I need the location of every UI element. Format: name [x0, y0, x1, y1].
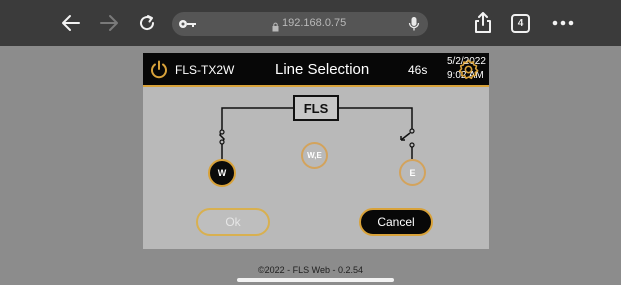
screen: 192.168.0.75 4 FLS-TX2W Line Selection 4…: [0, 0, 621, 285]
browser-toolbar: 192.168.0.75 4: [0, 0, 621, 46]
tabs-button[interactable]: 4: [511, 14, 530, 33]
option-w-button[interactable]: W: [208, 159, 236, 187]
forward-arrow-icon[interactable]: [96, 9, 122, 37]
url-text: 192.168.0.75: [282, 17, 347, 29]
fls-box: FLS: [293, 95, 339, 121]
microphone-icon[interactable]: [408, 16, 420, 37]
home-indicator[interactable]: [237, 278, 394, 282]
share-icon[interactable]: [470, 9, 496, 37]
line-selection-panel: FLS-TX2W Line Selection 46s 5/2/2022 9:0…: [143, 53, 489, 249]
back-arrow-icon[interactable]: [58, 9, 84, 37]
option-e-button[interactable]: E: [399, 159, 426, 186]
key-icon: [178, 17, 198, 36]
more-icon[interactable]: [550, 9, 576, 37]
lock-icon: [272, 19, 279, 37]
option-w-e-button[interactable]: W,E: [301, 142, 328, 169]
cancel-button[interactable]: Cancel: [359, 208, 433, 236]
ok-button[interactable]: Ok: [196, 208, 270, 236]
address-bar[interactable]: 192.168.0.75: [172, 12, 428, 36]
reload-icon[interactable]: [134, 9, 160, 37]
footer-version: ©2022 - FLS Web - 0.2.54: [257, 265, 364, 275]
